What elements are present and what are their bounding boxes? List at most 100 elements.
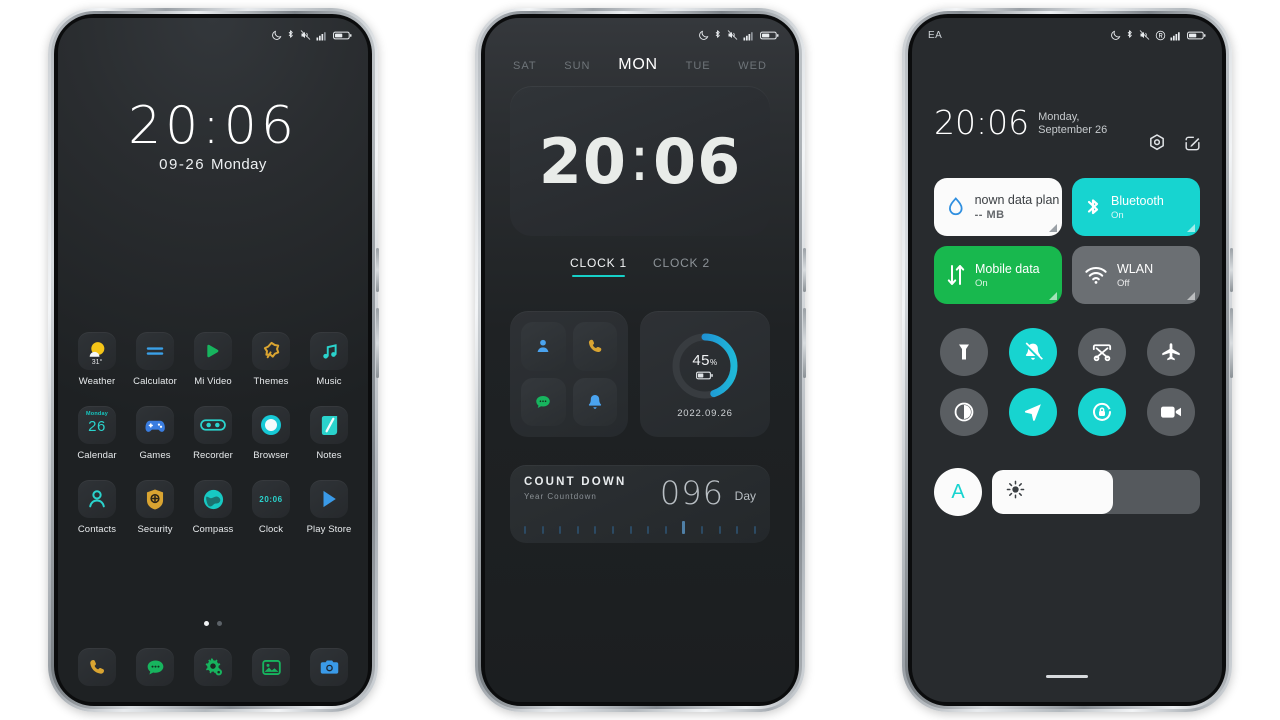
- countdown-tick: [647, 526, 650, 534]
- page-dot-active[interactable]: [204, 621, 209, 626]
- app-label: Calculator: [133, 376, 177, 387]
- dock: [58, 648, 368, 686]
- countdown-tick: [524, 526, 526, 534]
- toggle-screen-record[interactable]: [1146, 388, 1195, 436]
- weekday-tue[interactable]: TUE: [686, 60, 711, 72]
- cc-time-value: 20:06: [934, 103, 1030, 142]
- app-clock[interactable]: 20:06 Clock: [245, 480, 297, 535]
- toggle-dark-mode[interactable]: [939, 388, 988, 436]
- power-button[interactable]: [803, 308, 806, 378]
- shortcuts-widget: [510, 311, 628, 437]
- countdown-tick: [701, 526, 704, 534]
- camera-icon: [320, 660, 338, 674]
- dock-phone[interactable]: [78, 648, 116, 686]
- clock-icon-time: 20:06: [259, 494, 283, 504]
- weekday-wed[interactable]: WED: [738, 60, 767, 72]
- toggle-silent[interactable]: [1008, 328, 1057, 376]
- battery-ring: 45%: [669, 330, 741, 402]
- countdown-tick: [629, 526, 632, 534]
- brightness-slider[interactable]: [992, 470, 1200, 514]
- battery-percent: 45: [692, 351, 711, 369]
- mobile-data-arrows-icon: [947, 265, 965, 285]
- app-calculator[interactable]: Calculator: [129, 332, 181, 387]
- battery-percent-group: 45%: [669, 330, 741, 402]
- tile-title: nown data plan: [974, 193, 1060, 207]
- app-security[interactable]: Security: [129, 480, 181, 535]
- app-recorder[interactable]: Recorder: [187, 406, 239, 461]
- tile-title: Bluetooth: [1111, 193, 1164, 208]
- tile-expand-corner[interactable]: [1049, 292, 1057, 300]
- phone3-screen: EA 20:06 Monday, September 26 nown data …: [912, 18, 1222, 702]
- app-label: Compass: [192, 524, 234, 535]
- app-music[interactable]: Music: [303, 332, 355, 387]
- toggle-location[interactable]: [1008, 388, 1057, 436]
- shortcut-phone[interactable]: [572, 322, 617, 371]
- weekday-sat[interactable]: SAT: [513, 60, 537, 72]
- power-button[interactable]: [376, 308, 379, 378]
- volume-button[interactable]: [376, 248, 379, 292]
- battery-small-icon: [696, 371, 713, 379]
- play-triangle-icon: [194, 332, 232, 370]
- clock-widget-card[interactable]: 20:06: [510, 86, 770, 236]
- tile-expand-corner[interactable]: [1187, 224, 1195, 232]
- volume-button[interactable]: [1230, 248, 1233, 292]
- volume-button[interactable]: [803, 248, 806, 292]
- app-row: Monday 26 Calendar Games Recorder Browse…: [58, 406, 368, 461]
- signal-icon: [743, 31, 753, 40]
- settings-gear-icon[interactable]: [1147, 133, 1167, 158]
- tile-expand-corner[interactable]: [1049, 224, 1057, 232]
- page-dot[interactable]: [217, 621, 222, 626]
- dock-settings[interactable]: [194, 648, 232, 686]
- quick-toggles: [934, 328, 1200, 436]
- countdown-tick: [612, 526, 615, 534]
- weekday-sun[interactable]: SUN: [564, 60, 590, 72]
- tab-clock-1[interactable]: CLOCK 1: [570, 256, 627, 277]
- app-games[interactable]: Games: [129, 406, 181, 461]
- tile-mobile-data[interactable]: Mobile data On: [934, 246, 1062, 304]
- auto-brightness-button[interactable]: A: [934, 468, 982, 516]
- app-play-store[interactable]: Play Store: [303, 480, 355, 535]
- app-mi-video[interactable]: Mi Video: [187, 332, 239, 387]
- shortcut-alarm[interactable]: [572, 377, 617, 426]
- tile-wlan[interactable]: WLAN Off: [1072, 246, 1200, 304]
- battery-widget[interactable]: 45% 2022.09.26: [640, 311, 770, 437]
- tile-data-plan[interactable]: nown data plan -- MB: [934, 178, 1062, 236]
- rotation-lock-icon: [1092, 402, 1111, 421]
- app-weather[interactable]: 31° Weather: [71, 332, 123, 387]
- app-themes[interactable]: Themes: [245, 332, 297, 387]
- tab-clock-2[interactable]: CLOCK 2: [653, 256, 710, 277]
- calendar-icon: Monday 26: [78, 406, 116, 444]
- app-contacts[interactable]: Contacts: [71, 480, 123, 535]
- notes-pencil-icon: [310, 406, 348, 444]
- home-indicator[interactable]: [912, 674, 1222, 678]
- countdown-widget[interactable]: COUNT DOWN Year Countdown 096 Day: [510, 465, 770, 543]
- moon-icon: [699, 30, 709, 40]
- tile-bluetooth[interactable]: Bluetooth On: [1072, 178, 1200, 236]
- app-label: Recorder: [193, 450, 233, 461]
- dock-messages[interactable]: [136, 648, 174, 686]
- tile-expand-corner[interactable]: [1187, 292, 1195, 300]
- app-label: Calendar: [77, 450, 117, 461]
- toggle-flashlight[interactable]: [939, 328, 988, 376]
- data-droplet-icon: [949, 197, 963, 216]
- message-bubble-icon: [536, 395, 550, 408]
- shortcut-contacts[interactable]: [521, 322, 566, 371]
- edit-pencil-icon[interactable]: [1183, 134, 1202, 158]
- weekday-mon-active[interactable]: MON: [618, 56, 658, 74]
- app-calendar[interactable]: Monday 26 Calendar: [71, 406, 123, 461]
- power-button[interactable]: [1230, 308, 1233, 378]
- app-compass[interactable]: Compass: [187, 480, 239, 535]
- countdown-tick: [736, 526, 739, 534]
- toggle-screenshot[interactable]: [1077, 328, 1126, 376]
- airplane-icon: [1161, 343, 1180, 361]
- clock-minutes: 06: [652, 124, 742, 198]
- dock-camera[interactable]: [310, 648, 348, 686]
- app-notes[interactable]: Notes: [303, 406, 355, 461]
- signal-icon: [316, 31, 326, 40]
- shortcut-messages[interactable]: [521, 377, 566, 426]
- screenshot-stage: 20:06 09-26 Monday 31° Weather Calculato…: [0, 0, 1280, 720]
- toggle-airplane[interactable]: [1146, 328, 1195, 376]
- dock-gallery[interactable]: [252, 648, 290, 686]
- app-browser[interactable]: Browser: [245, 406, 297, 461]
- toggle-rotation-lock[interactable]: [1077, 388, 1126, 436]
